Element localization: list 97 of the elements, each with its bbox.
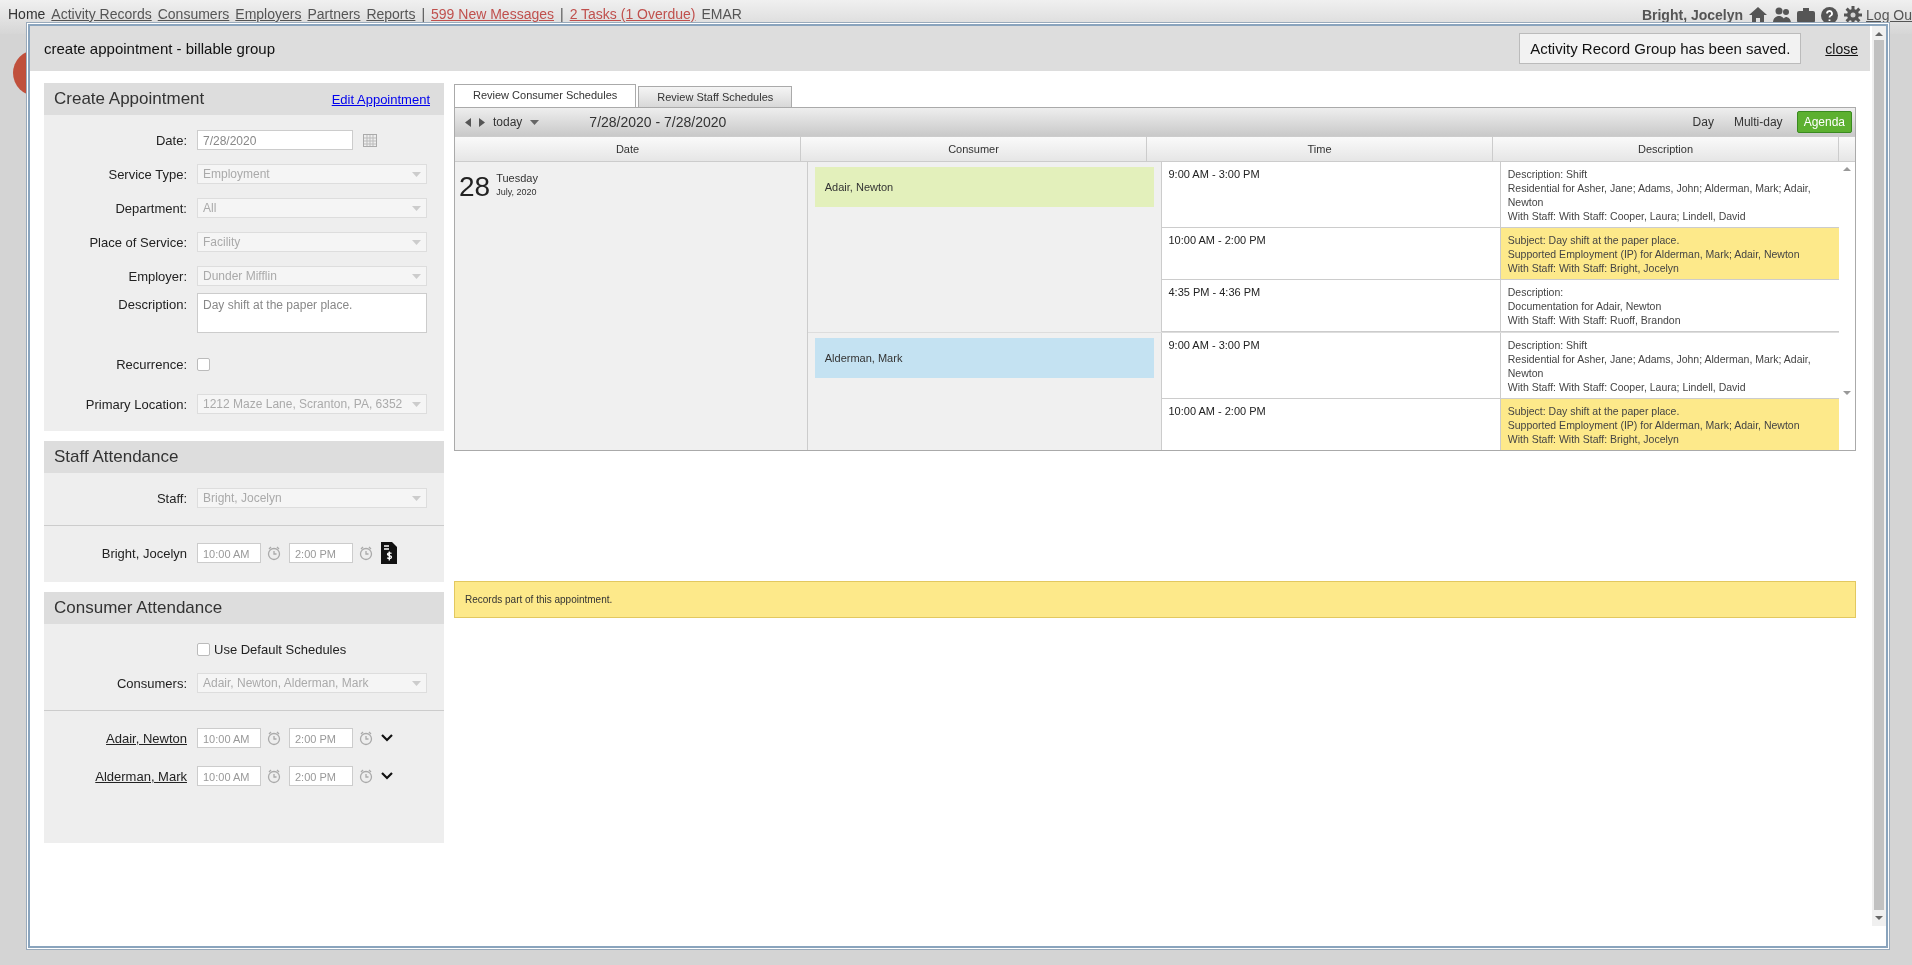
nav-separator: |	[421, 6, 426, 22]
edit-appointment-link[interactable]: Edit Appointment	[331, 91, 430, 107]
description-line: Residential for Asher, Jane; Adams, John; Alderman, Mark; Adair, Newton	[1507, 352, 1812, 380]
start-time-field[interactable]: 10:00 AM	[197, 728, 261, 748]
end-time-field[interactable]: 2:00 PM	[289, 766, 353, 786]
field-label: Employer:	[127, 268, 187, 284]
column-header: Time	[1147, 137, 1493, 161]
month-year: July, 2020	[496, 187, 538, 197]
end-time-field[interactable]: 2:00 PM	[289, 728, 353, 748]
time-cell: 10:00 AM - 2:00 PM	[1161, 228, 1501, 279]
end-time-field[interactable]: 2:00 PM	[289, 543, 353, 563]
clock-icon[interactable]	[266, 545, 282, 561]
tab[interactable]: Review Staff Schedules	[638, 86, 793, 107]
today-button[interactable]: today	[493, 115, 523, 129]
field-label: Primary Location:	[84, 396, 187, 412]
home-icon[interactable]	[1749, 7, 1768, 23]
consumer-link[interactable]: Adair, Newton	[44, 730, 187, 746]
description-line: Description:	[1507, 285, 1565, 299]
start-time-field[interactable]: 10:00 AM	[197, 766, 261, 786]
nav-link[interactable]: Employers	[235, 6, 302, 22]
chevron-down-icon[interactable]	[381, 772, 393, 780]
panel-title: Staff Attendance	[54, 447, 179, 467]
consumer-event[interactable]: Adair, Newton	[814, 167, 1154, 207]
panel-title: Create Appointment	[54, 89, 205, 109]
description-line: With Staff: With Staff: Ruoff, Brandon	[1507, 313, 1682, 327]
nav-link[interactable]: Reports	[366, 6, 416, 22]
saved-notice: Activity Record Group has been saved.	[1519, 33, 1802, 64]
checkbox-label: Use Default Schedules	[214, 641, 347, 657]
dropdown-caret-icon[interactable]	[530, 119, 540, 125]
close-link[interactable]: close	[1825, 40, 1858, 57]
day-number: 28	[459, 172, 491, 202]
help-icon[interactable]	[1821, 6, 1839, 24]
consumer-event[interactable]: Alderman, Mark	[814, 338, 1154, 378]
nav-link[interactable]: EMAR	[701, 6, 742, 22]
view-button[interactable]: Day	[1686, 112, 1720, 132]
nav-separator: |	[560, 6, 564, 22]
clock-icon[interactable]	[358, 545, 374, 561]
clock-icon[interactable]	[266, 730, 282, 746]
nav-link[interactable]: Consumers	[157, 6, 230, 22]
field-label: Service Type:	[107, 166, 187, 182]
checkbox[interactable]	[197, 357, 210, 371]
description-line: Supported Employment (IP) for Alderman, Mark; Adair, Newton	[1507, 418, 1801, 432]
clock-icon[interactable]	[358, 768, 374, 784]
consumer-link[interactable]: Alderman, Mark	[44, 768, 187, 784]
description-line: Documentation for Adair, Newton	[1507, 299, 1663, 313]
description-line: With Staff: With Staff: Cooper, Laura; Lindell, David	[1507, 380, 1747, 394]
description-line: Description: Shift	[1507, 167, 1589, 181]
date-range: 7/28/2020 - 7/28/2020	[589, 114, 727, 130]
nav-link[interactable]: Home	[8, 6, 46, 22]
logout-link[interactable]: Log Ou	[1866, 7, 1912, 23]
calendar-icon[interactable]	[363, 133, 377, 147]
column-header: Date	[455, 137, 801, 161]
field-label: Consumers:	[115, 675, 187, 691]
nav-link[interactable]: 599 New Messages	[431, 6, 554, 22]
field-label: Date:	[154, 132, 187, 148]
dialog-title: create appointment - billable group	[44, 40, 276, 57]
description-line: With Staff: With Staff: Bright, Jocelyn	[1507, 261, 1680, 275]
invoice-icon[interactable]	[381, 542, 397, 564]
description-line: Subject: Day shift at the paper place.	[1507, 404, 1681, 418]
description-line: With Staff: With Staff: Cooper, Laura; Lindell, David	[1507, 209, 1747, 223]
column-header: Description	[1493, 137, 1839, 161]
staff-name: Bright, Jocelyn	[100, 545, 187, 561]
view-button[interactable]: Multi-day	[1727, 112, 1789, 132]
clock-icon[interactable]	[358, 730, 374, 746]
date-field[interactable]: 7/28/2020	[197, 130, 353, 150]
description-field[interactable]: Day shift at the paper place.	[197, 293, 427, 333]
panel-title: Consumer Attendance	[54, 598, 223, 618]
clock-icon[interactable]	[266, 768, 282, 784]
notice-bar: Records part of this appointment.	[454, 581, 1856, 618]
description-line: Description: Shift	[1507, 338, 1589, 352]
column-header: Consumer	[801, 137, 1147, 161]
time-cell: 10:00 AM - 2:00 PM	[1161, 399, 1501, 450]
nav-link[interactable]: 2 Tasks (1 Overdue)	[569, 6, 696, 22]
tab[interactable]: Review Consumer Schedules	[454, 84, 637, 107]
briefcase-icon[interactable]	[1797, 7, 1816, 23]
description-line: Supported Employment (IP) for Alderman, Mark; Adair, Newton	[1507, 247, 1801, 261]
time-cell: 4:35 PM - 4:36 PM	[1161, 280, 1501, 331]
description-line: Subject: Day shift at the paper place.	[1507, 233, 1681, 247]
nav-link[interactable]: Partners	[307, 6, 361, 22]
description-line: Residential for Asher, Jane; Adams, John; Alderman, Mark; Adair, Newton	[1507, 181, 1812, 209]
start-time-field[interactable]: 10:00 AM	[197, 543, 261, 563]
time-cell: 9:00 AM - 3:00 PM	[1161, 162, 1501, 227]
description-line: With Staff: With Staff: Bright, Jocelyn	[1507, 432, 1680, 446]
field-label: Staff:	[155, 490, 187, 506]
field-label: Description:	[117, 296, 187, 312]
previous-icon[interactable]	[465, 117, 471, 127]
next-icon[interactable]	[479, 117, 485, 127]
user-name: Bright, Jocelyn	[1641, 7, 1744, 23]
field-label: Department:	[114, 200, 187, 216]
chevron-down-icon[interactable]	[381, 734, 393, 742]
weekday: Tuesday	[496, 172, 538, 184]
checkbox[interactable]	[197, 642, 210, 656]
scrollbar-drawing[interactable]	[1872, 26, 1886, 926]
field-label: Place of Service:	[88, 234, 187, 250]
time-cell: 9:00 AM - 3:00 PM	[1161, 333, 1501, 398]
field-label: Recurrence:	[115, 356, 187, 372]
nav-link[interactable]: Activity Records	[51, 6, 152, 22]
